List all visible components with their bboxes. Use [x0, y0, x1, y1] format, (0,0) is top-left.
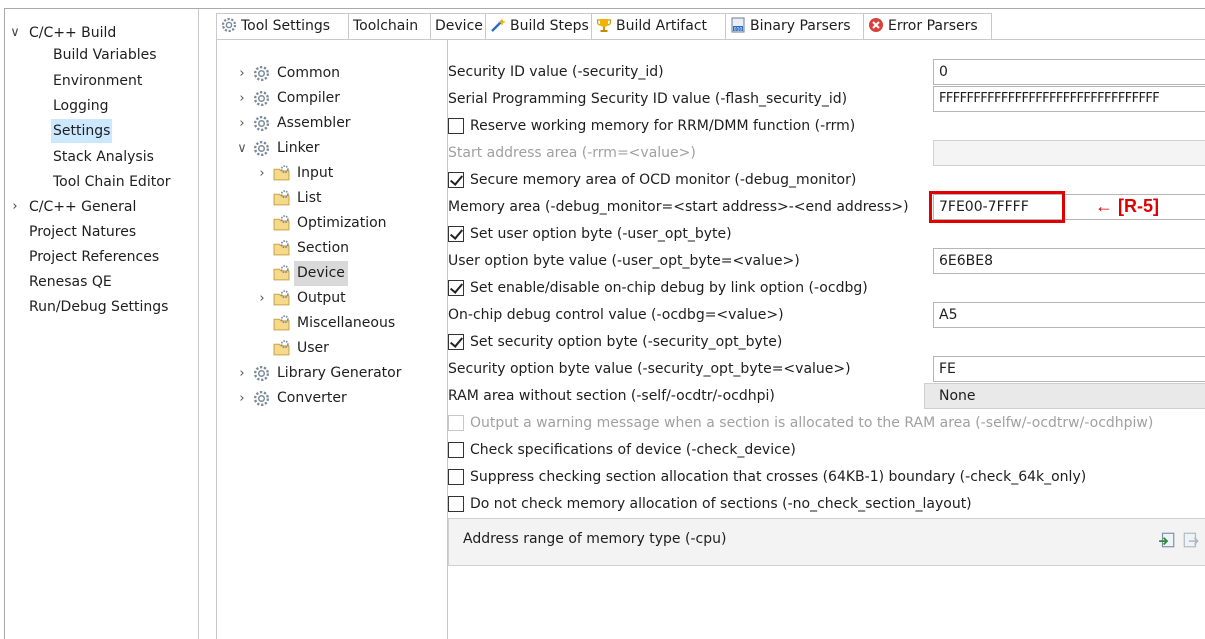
gear-icon [253, 65, 270, 82]
chevron-right-icon[interactable]: › [255, 286, 269, 311]
ocdbg-value-field[interactable]: A5 [933, 302, 1205, 328]
export-icon[interactable] [1182, 531, 1200, 549]
property-page-nav: ∨ C/C++ Build Build Variables Environmen… [5, 9, 198, 639]
memory-area-label: Memory area (-debug_monitor=<start addre… [448, 199, 909, 215]
folder-gear-icon [273, 340, 290, 356]
user-opt-byte-value-field[interactable]: 6E6BE8 [933, 248, 1205, 274]
folder-gear-icon [273, 265, 290, 281]
check-64k-checkbox[interactable] [448, 469, 464, 485]
ocdbg-checkbox[interactable] [448, 280, 464, 296]
gear-icon [253, 90, 270, 107]
check-device-checkbox[interactable] [448, 442, 464, 458]
chevron-right-icon[interactable]: › [9, 195, 21, 219]
tab-build-artifact[interactable]: Build Artifact [592, 13, 726, 39]
folder-gear-icon [273, 290, 290, 306]
security-id-field[interactable]: 0 [933, 59, 1205, 85]
chevron-right-icon[interactable]: › [235, 361, 249, 386]
trophy-icon [596, 19, 612, 32]
folder-gear-icon [273, 240, 290, 256]
ocdbg-value-label: On-chip debug control value (-ocdbg=<val… [448, 307, 784, 323]
gear-icon [253, 115, 270, 132]
tab-toolchain[interactable]: Toolchain [349, 13, 431, 39]
wand-icon [491, 18, 506, 32]
annotation-label: ← [R-5] [1095, 196, 1159, 216]
error-icon [869, 18, 883, 32]
security-opt-byte-checkbox[interactable] [448, 334, 464, 350]
no-check-layout-checkbox[interactable] [448, 496, 464, 512]
security-opt-byte-value-field[interactable]: FE [933, 356, 1205, 382]
chevron-right-icon[interactable]: › [235, 386, 249, 411]
gear-icon [253, 365, 270, 382]
tab-build-steps[interactable]: Build Steps [486, 13, 592, 39]
folder-gear-icon [273, 315, 290, 331]
cpu-address-range-group: Address range of memory type (-cpu) [448, 518, 1205, 566]
start-address-field[interactable] [933, 140, 1205, 166]
debug-monitor-checkbox[interactable] [448, 172, 464, 188]
security-opt-byte-value-label: Security option byte value (-security_op… [448, 361, 851, 377]
svg-text:010: 010 [734, 26, 743, 32]
gear-icon [253, 140, 270, 157]
chevron-right-icon[interactable]: › [255, 161, 269, 186]
sash-divider[interactable] [198, 9, 199, 639]
ram-area-label: RAM area without section (-self/-ocdtr/-… [448, 388, 775, 404]
chevron-right-icon[interactable]: › [235, 61, 249, 86]
properties-window: ∨ C/C++ Build Build Variables Environmen… [4, 8, 1205, 639]
folder-gear-icon [273, 190, 290, 206]
flash-security-id-label: Serial Programming Security ID value (-f… [448, 91, 848, 107]
highlight-box [929, 191, 1065, 223]
rrm-checkbox[interactable] [448, 118, 464, 134]
tab-error-parsers[interactable]: Error Parsers [864, 13, 992, 39]
gear-icon [221, 17, 237, 33]
folder-gear-icon [273, 215, 290, 231]
import-icon[interactable] [1158, 531, 1176, 549]
chevron-right-icon[interactable]: › [235, 86, 249, 111]
gear-icon [253, 390, 270, 407]
tab-binary-parsers[interactable]: 010 Binary Parsers [726, 13, 864, 39]
user-opt-byte-checkbox[interactable] [448, 226, 464, 242]
tool-settings-page: › Common › Compiler › Assembler ∨ Linker… [216, 39, 1205, 639]
tab-device[interactable]: Device [431, 13, 486, 39]
security-id-label: Security ID value (-security_id) [448, 64, 664, 80]
flash-security-id-field[interactable]: FFFFFFFFFFFFFFFFFFFFFFFFFFFFFFFF [933, 86, 1205, 112]
ram-area-combo[interactable]: None [924, 383, 1205, 409]
chevron-right-icon[interactable]: › [235, 111, 249, 136]
start-address-label: Start address area (-rrm=<value>) [448, 145, 696, 161]
chevron-down-icon[interactable]: ∨ [235, 136, 249, 161]
linker-device-options: Security ID value (-security_id) 0 Seria… [448, 40, 1205, 639]
warning-checkbox [448, 415, 464, 431]
tab-tool-settings[interactable]: Tool Settings [216, 13, 349, 39]
binary-icon: 010 [731, 17, 745, 33]
settings-tab-strip: Tool Settings Toolchain Device Build Ste… [216, 9, 1205, 39]
tool-settings-tree: › Common › Compiler › Assembler ∨ Linker… [217, 40, 447, 639]
chevron-down-icon[interactable]: ∨ [9, 21, 21, 45]
folder-gear-icon [273, 165, 290, 181]
user-opt-byte-value-label: User option byte value (-user_opt_byte=<… [448, 253, 800, 269]
